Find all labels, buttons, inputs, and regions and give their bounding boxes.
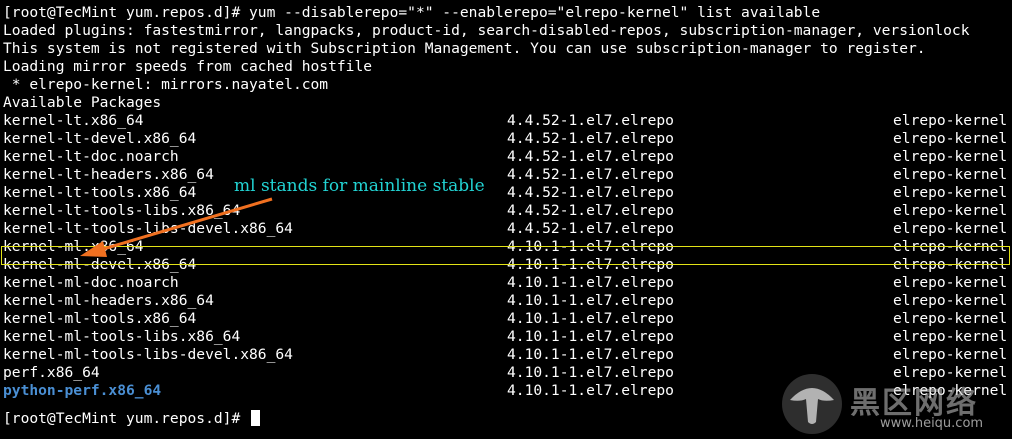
package-row: kernel-ml-doc.noarch 4.10.1-1.el7.elrepo e… — [0, 274, 1012, 292]
watermark-url: www.heiqu.com — [880, 416, 984, 431]
package-repo: elrepo-kernel — [893, 166, 1008, 183]
package-repo: elrepo-kernel — [893, 328, 1008, 345]
terminal-window[interactable]: [root@TecMint yum.repos.d]# yum --disabl… — [0, 0, 1012, 439]
package-version: 4.10.1-1.el7.elrepo — [507, 292, 674, 309]
package-version: 4.10.1-1.el7.elrepo — [507, 382, 674, 399]
text-cursor — [251, 410, 261, 426]
package-name: kernel-lt-tools-libs-devel.x86_64 — [3, 220, 293, 237]
command-text: yum --disablerepo="*" --enablerepo="elre… — [249, 4, 821, 21]
package-name: kernel-ml-tools-libs.x86_64 — [3, 328, 241, 345]
package-version: 4.4.52-1.el7.elrepo — [507, 112, 674, 129]
output-line-plugins: Loaded plugins: fastestmirror, langpacks… — [3, 22, 970, 39]
package-row: kernel-lt-tools-libs.x86_64 4.4.52-1.el7.… — [0, 202, 1012, 220]
package-version: 4.4.52-1.el7.elrepo — [507, 202, 674, 219]
package-row: kernel-lt-tools.x86_64 4.4.52-1.el7.elrep… — [0, 184, 1012, 202]
package-repo: elrepo-kernel — [893, 292, 1008, 309]
package-name: kernel-lt-headers.x86_64 — [3, 166, 214, 183]
package-repo: elrepo-kernel — [893, 220, 1008, 237]
package-repo: elrepo-kernel — [893, 310, 1008, 327]
highlight-box — [1, 246, 1010, 265]
package-name: kernel-ml-doc.noarch — [3, 274, 179, 291]
command-line: [root@TecMint yum.repos.d]# yum --disabl… — [3, 4, 820, 22]
package-repo: elrepo-kernel — [893, 148, 1008, 165]
package-version: 4.10.1-1.el7.elrepo — [507, 364, 674, 381]
package-name: perf.x86_64 — [3, 364, 100, 381]
package-repo: elrepo-kernel — [893, 184, 1008, 201]
package-row: kernel-lt.x86_64 4.4.52-1.el7.elrepo elrep… — [0, 112, 1012, 130]
package-repo: elrepo-kernel — [893, 274, 1008, 291]
package-name: kernel-lt-doc.noarch — [3, 148, 179, 165]
package-name: kernel-lt.x86_64 — [3, 112, 144, 129]
mushroom-logo-icon — [782, 374, 842, 434]
watermark: 黑区网络 www.heiqu.com — [780, 372, 1010, 436]
package-version: 4.4.52-1.el7.elrepo — [507, 166, 674, 183]
output-line-mirror: Loading mirror speeds from cached hostfi… — [3, 58, 373, 75]
package-row: kernel-ml-tools-libs-devel.x86_64 4.10.1-… — [0, 346, 1012, 364]
package-name: kernel-lt-devel.x86_64 — [3, 130, 197, 147]
output-line-available: Available Packages — [3, 94, 162, 111]
package-row: kernel-ml-headers.x86_64 4.10.1-1.el7.elr… — [0, 292, 1012, 310]
package-name: kernel-lt-tools-libs.x86_64 — [3, 202, 241, 219]
package-row: kernel-lt-doc.noarch 4.4.52-1.el7.elrepo e… — [0, 148, 1012, 166]
package-version: 4.4.52-1.el7.elrepo — [507, 220, 674, 237]
package-row: kernel-ml-tools-libs.x86_64 4.10.1-1.el7.… — [0, 328, 1012, 346]
package-repo: elrepo-kernel — [893, 112, 1008, 129]
package-name: python-perf.x86_64 — [3, 382, 162, 399]
package-row: kernel-ml-tools.x86_64 4.10.1-1.el7.elrep… — [0, 310, 1012, 328]
package-row: kernel-lt-devel.x86_64 4.4.52-1.el7.elrep… — [0, 130, 1012, 148]
package-name: kernel-lt-tools.x86_64 — [3, 184, 197, 201]
package-row: kernel-lt-tools-libs-devel.x86_64 4.4.52-… — [0, 220, 1012, 238]
package-version: 4.10.1-1.el7.elrepo — [507, 274, 674, 291]
package-repo: elrepo-kernel — [893, 346, 1008, 363]
annotation-label: ml stands for mainline stable — [234, 176, 485, 196]
package-version: 4.4.52-1.el7.elrepo — [507, 184, 674, 201]
shell-prompt: [root@TecMint yum.repos.d]# — [3, 4, 250, 21]
package-version: 4.10.1-1.el7.elrepo — [507, 328, 674, 345]
package-repo: elrepo-kernel — [893, 202, 1008, 219]
package-version: 4.10.1-1.el7.elrepo — [507, 310, 674, 327]
package-version: 4.10.1-1.el7.elrepo — [507, 346, 674, 363]
package-name: kernel-ml-tools-libs-devel.x86_64 — [3, 346, 293, 363]
package-name: kernel-ml-tools.x86_64 — [3, 310, 197, 327]
output-line-mirror-host: * elrepo-kernel: mirrors.nayatel.com — [3, 76, 329, 93]
final-prompt-line[interactable]: [root@TecMint yum.repos.d]# — [3, 410, 261, 428]
package-name: kernel-ml-headers.x86_64 — [3, 292, 214, 309]
package-row: kernel-lt-headers.x86_64 4.4.52-1.el7.elr… — [0, 166, 1012, 184]
shell-prompt: [root@TecMint yum.repos.d]# — [3, 410, 250, 427]
package-version: 4.4.52-1.el7.elrepo — [507, 130, 674, 147]
package-version: 4.4.52-1.el7.elrepo — [507, 148, 674, 165]
output-line-registration: This system is not registered with Subsc… — [3, 40, 926, 57]
package-repo: elrepo-kernel — [893, 130, 1008, 147]
